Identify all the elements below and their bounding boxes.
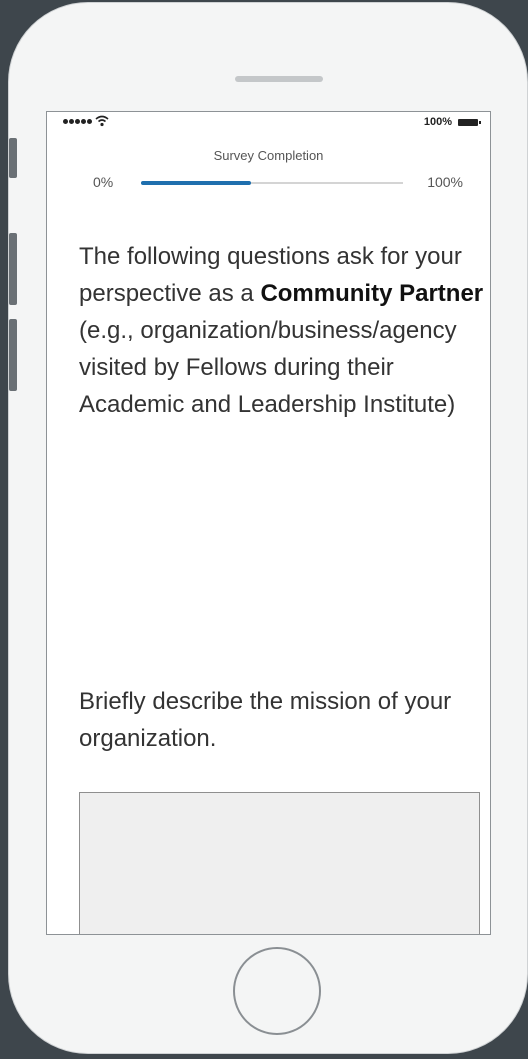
progress-track [141,181,403,185]
phone-screen: 100% Survey Completion 0% 100% The follo… [46,111,491,935]
progress-max-label: 100% [427,174,463,190]
progress-min-label: 0% [93,174,114,190]
volume-down-button [9,319,17,391]
signal-dots-icon [63,119,92,124]
volume-up-button [9,233,17,305]
question-label: Briefly describe the mission of your org… [79,688,452,752]
speaker-grille [235,76,323,82]
battery-icon [458,119,481,126]
progress-title: Survey Completion [213,148,324,163]
mission-answer-field[interactable] [79,792,480,934]
survey-progress: 0% 100% [93,174,463,194]
phone-frame: 100% Survey Completion 0% 100% The follo… [8,2,528,1054]
progress-fill [141,181,252,185]
wifi-icon [95,115,109,127]
battery-percentage: 100% [423,116,452,128]
intro-text: The following questions ask for your per… [79,238,489,423]
intro-text-end: (e.g., organization/business/agency visi… [79,317,457,418]
home-button[interactable] [233,947,321,1035]
status-bar: 100% [47,112,490,134]
mute-switch [9,138,17,178]
role-label: Community Partner [260,280,484,307]
